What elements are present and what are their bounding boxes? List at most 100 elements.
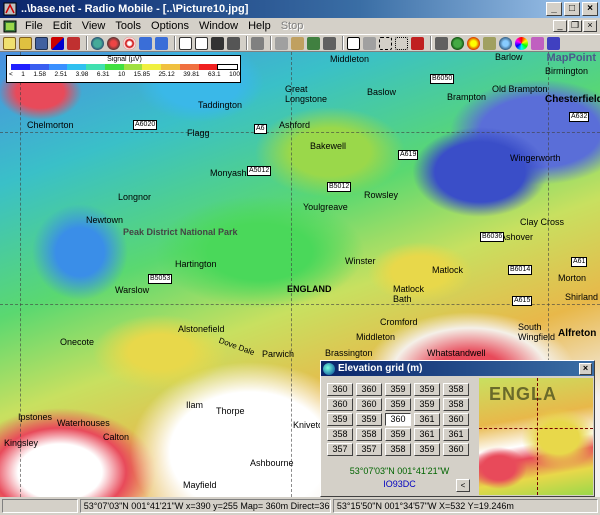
- elevation-cell[interactable]: 359: [385, 398, 411, 411]
- rectangle-icon[interactable]: [347, 36, 360, 50]
- menu-edit[interactable]: Edit: [48, 20, 77, 32]
- elevation-cell[interactable]: 359: [327, 413, 353, 426]
- mdi-restore-button[interactable]: ❐: [568, 20, 582, 32]
- elevation-cell[interactable]: 360: [443, 443, 469, 456]
- new-icon[interactable]: [3, 36, 16, 50]
- legend-tick: <: [9, 71, 13, 78]
- zoom-area-icon[interactable]: [395, 36, 408, 50]
- elevation-preview-map: ENGLA: [479, 378, 593, 495]
- color-wheel-icon[interactable]: [515, 36, 528, 50]
- merge-icon[interactable]: [307, 36, 320, 50]
- spectrum-icon[interactable]: [547, 36, 560, 50]
- legend-swatch: [11, 64, 30, 70]
- target-icon[interactable]: [123, 36, 136, 50]
- legend-tick: 63.1: [207, 71, 221, 78]
- road-shield: B6036: [480, 232, 505, 242]
- elevation-cell[interactable]: 361: [443, 428, 469, 441]
- elevation-cell[interactable]: 361: [414, 413, 440, 426]
- close-button[interactable]: ×: [582, 2, 598, 16]
- legend-tick: 100: [229, 71, 240, 78]
- elevation-cell[interactable]: 357: [356, 443, 382, 456]
- place-label: Mayfield: [183, 480, 217, 490]
- elevation-cell[interactable]: 359: [414, 383, 440, 396]
- save-icon[interactable]: [35, 36, 48, 50]
- maximize-button[interactable]: □: [564, 2, 580, 16]
- select-icon[interactable]: [379, 36, 392, 50]
- link-icon[interactable]: [483, 36, 496, 50]
- elevation-cell[interactable]: 357: [327, 443, 353, 456]
- road-shield: B6014: [508, 265, 533, 275]
- crop-icon[interactable]: [363, 36, 376, 50]
- elevation-cell[interactable]: 358: [356, 428, 382, 441]
- antenna-icon[interactable]: [51, 36, 64, 50]
- cut-icon[interactable]: [67, 36, 80, 50]
- mdi-close-button[interactable]: ×: [583, 20, 597, 32]
- place-label: Longnor: [118, 192, 152, 202]
- road-shield: A6020: [133, 120, 158, 130]
- arrow-left-icon[interactable]: [139, 36, 152, 50]
- mdi-minimize-button[interactable]: _: [553, 20, 567, 32]
- legend-swatch: [161, 64, 180, 70]
- elevation-cell[interactable]: 360: [443, 413, 469, 426]
- status-map-info: 53°15'50"N 001°34'57"W X=532 Y=19.246m: [332, 499, 598, 513]
- elevation-cell[interactable]: 360: [327, 398, 353, 411]
- menu-file[interactable]: File: [20, 20, 48, 32]
- elevation-cell[interactable]: 358: [443, 398, 469, 411]
- elevation-cell[interactable]: 359: [356, 413, 382, 426]
- page-icon[interactable]: [179, 36, 192, 50]
- menu-help[interactable]: Help: [243, 20, 276, 32]
- place-label: Peak District National Park: [123, 227, 238, 237]
- place-label: Shirland: [565, 292, 599, 302]
- elevation-cell[interactable]: 359: [414, 443, 440, 456]
- disk-icon[interactable]: [211, 36, 224, 50]
- elevation-cell[interactable]: 359: [414, 398, 440, 411]
- place-label: Wingerworth: [510, 153, 561, 163]
- elevation-cell[interactable]: 358: [443, 383, 469, 396]
- menu-window[interactable]: Window: [194, 20, 243, 32]
- place-label: Matlock Bath: [393, 284, 425, 304]
- globe-icon[interactable]: [91, 36, 104, 50]
- place-label: Clay Cross: [520, 217, 565, 227]
- picture-icon[interactable]: [323, 36, 336, 50]
- tower-icon[interactable]: [435, 36, 448, 50]
- export-icon[interactable]: [227, 36, 240, 50]
- arrow-right-icon[interactable]: [155, 36, 168, 50]
- elevation-window-titlebar[interactable]: Elevation grid (m) ×: [321, 361, 594, 376]
- elevation-cell[interactable]: 360: [327, 383, 353, 396]
- elevation-grid: 360 360 359 359 358 360 360 359 359 358 …: [327, 383, 469, 456]
- place-label: Alstonefield: [178, 324, 225, 334]
- menu-tools[interactable]: Tools: [110, 20, 146, 32]
- delete-icon[interactable]: [411, 36, 424, 50]
- elevation-cell-center[interactable]: 360: [385, 413, 411, 426]
- elevation-cell[interactable]: 358: [385, 443, 411, 456]
- copy-icon[interactable]: [275, 36, 288, 50]
- palette-icon[interactable]: [531, 36, 544, 50]
- place-label: Kingsley: [4, 438, 39, 448]
- road-shield: A615: [512, 296, 533, 306]
- document-icon[interactable]: [3, 20, 17, 33]
- menu-view[interactable]: View: [77, 20, 111, 32]
- elevation-grid-window[interactable]: Elevation grid (m) × 360 360 359 359 358…: [320, 360, 595, 497]
- print-icon[interactable]: [251, 36, 264, 50]
- open-icon[interactable]: [19, 36, 32, 50]
- radio-icon[interactable]: [107, 36, 120, 50]
- elevation-cell[interactable]: 359: [385, 383, 411, 396]
- legend-swatch: [29, 64, 49, 70]
- paste-icon[interactable]: [291, 36, 304, 50]
- menu-stop: Stop: [280, 20, 304, 32]
- page-edit-icon[interactable]: [195, 36, 208, 50]
- elevation-cell[interactable]: 361: [414, 428, 440, 441]
- elevation-cell[interactable]: 360: [356, 383, 382, 396]
- elevation-cell[interactable]: 359: [385, 428, 411, 441]
- coverage-icon[interactable]: [467, 36, 480, 50]
- minimize-button[interactable]: _: [546, 2, 562, 16]
- back-button[interactable]: <: [456, 479, 470, 492]
- menu-options[interactable]: Options: [146, 20, 194, 32]
- radar-icon[interactable]: [499, 36, 512, 50]
- title-bar: ..\base.net - Radio Mobile - [..\Picture…: [0, 0, 600, 18]
- elevation-close-button[interactable]: ×: [579, 362, 592, 375]
- elevation-cell[interactable]: 358: [327, 428, 353, 441]
- elevation-cell[interactable]: 360: [356, 398, 382, 411]
- network-icon[interactable]: [451, 36, 464, 50]
- place-label: Rowsley: [364, 190, 399, 200]
